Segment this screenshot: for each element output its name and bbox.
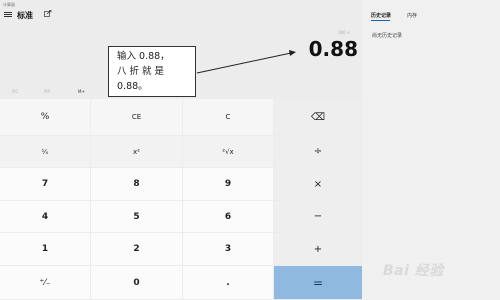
digit-7-button[interactable]: 7 [0, 168, 90, 200]
digit-5-button[interactable]: 5 [91, 201, 182, 232]
plus-button[interactable]: + [274, 233, 362, 265]
window-title: 计算器 [3, 2, 15, 7]
calculator-window: 计算器 — ☐ ✕ 标准 100 × 0.88 MC MR M+ % CE C … [0, 0, 500, 300]
digit-1-button[interactable]: 1 [0, 233, 90, 265]
callout-line-2: 八 折 就 是 [117, 66, 165, 77]
clear-button[interactable]: C [183, 99, 273, 135]
digit-3-button[interactable]: 3 [183, 233, 273, 265]
memory-add-button[interactable]: M+ [78, 89, 85, 94]
digit-2-button[interactable]: 2 [91, 233, 182, 265]
digit-8-button[interactable]: 8 [91, 168, 182, 200]
history-panel: 历史记录 内存 尚无历史记录 [362, 0, 500, 300]
keep-on-top-icon[interactable] [44, 10, 52, 18]
active-tab-indicator [371, 20, 390, 21]
watermark: Bai 经验 [383, 263, 444, 279]
memory-clear-button[interactable]: MC [12, 89, 18, 94]
mode-title: 标准 [17, 11, 33, 20]
negate-button[interactable]: ⁺⁄₋ [0, 266, 90, 299]
square-root-button[interactable]: ²√x [183, 136, 273, 167]
clear-entry-button[interactable]: CE [91, 99, 182, 135]
decimal-button[interactable]: . [183, 266, 273, 299]
backspace-button[interactable]: ⌫ [274, 99, 362, 135]
expression: 100 × [338, 30, 351, 35]
minus-button[interactable]: − [274, 201, 362, 232]
memory-recall-button[interactable]: MR [44, 89, 50, 94]
digit-9-button[interactable]: 9 [183, 168, 273, 200]
digit-6-button[interactable]: 6 [183, 201, 273, 232]
reciprocal-button[interactable]: ¹⁄ₓ [0, 136, 90, 167]
tab-memory[interactable]: 内存 [407, 12, 417, 19]
digit-0-button[interactable]: 0 [91, 266, 182, 299]
multiply-button[interactable]: × [274, 168, 362, 200]
callout-line-3: 0.88。 [117, 81, 148, 92]
tab-history[interactable]: 历史记录 [371, 12, 391, 19]
percent-button[interactable]: % [0, 99, 90, 135]
callout-line-1: 输入 0.88， [117, 51, 170, 62]
digit-4-button[interactable]: 4 [0, 201, 90, 232]
divide-button[interactable]: ÷ [274, 136, 362, 167]
annotation-callout: 输入 0.88， 八 折 就 是 0.88。 [108, 46, 196, 97]
result-display: 0.88 [308, 37, 358, 61]
square-button[interactable]: x² [91, 136, 182, 167]
history-empty-message: 尚无历史记录 [372, 33, 403, 39]
hamburger-menu-icon[interactable] [4, 11, 12, 19]
equals-button[interactable]: = [274, 266, 362, 299]
